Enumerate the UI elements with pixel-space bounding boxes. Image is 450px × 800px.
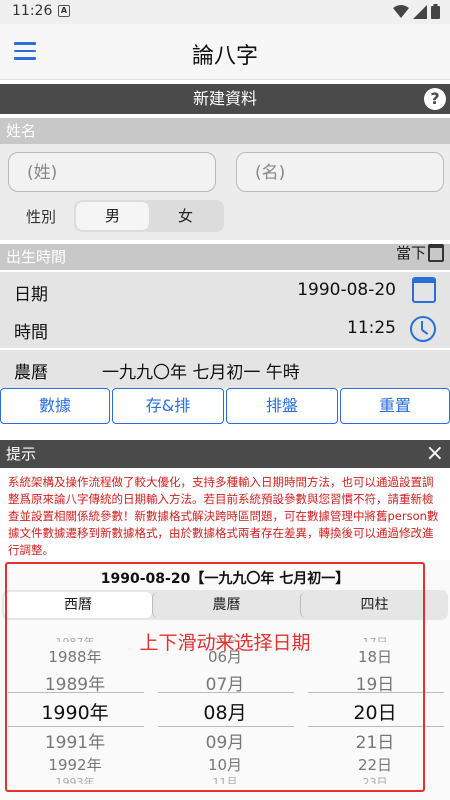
now-label: 當下	[395, 244, 426, 262]
selection-line	[8, 726, 144, 727]
gender-row: 性別 男 女	[0, 200, 450, 232]
hint-label: 提示	[6, 445, 37, 463]
selected-day: 20日	[353, 702, 397, 724]
hint-text: 系統架構及操作流程做了較大優化，支持多種輸入日期時間方法，也可以通過設置調整爲原…	[0, 470, 450, 562]
date-picker: 1990-08-20【一九九〇年 七月初一】 西曆 農曆 四柱 1987年 19…	[0, 560, 450, 800]
gender-label: 性別	[26, 208, 57, 226]
time-value: 11:25	[347, 318, 396, 338]
wheel-item: 09月	[205, 733, 245, 753]
selection-line	[158, 692, 294, 693]
data-button[interactable]: 數據	[0, 388, 110, 424]
picker-tabs: 西曆 農曆 四柱	[2, 590, 448, 620]
new-record-header: 新建資料 ?	[0, 84, 450, 114]
tab-gregorian[interactable]: 西曆	[4, 592, 152, 618]
gender-female-option[interactable]: 女	[149, 202, 222, 230]
calendar-icon[interactable]	[412, 277, 436, 303]
wheel-item: 22日	[357, 756, 393, 774]
selected-month: 08月	[203, 702, 247, 724]
wheel-item: 10月	[207, 756, 243, 774]
action-buttons: 數據 存&排 排盤 重置	[0, 388, 450, 426]
date-value: 1990-08-20	[297, 280, 396, 300]
time-row[interactable]: 時間 11:25	[0, 310, 450, 348]
app-title: 論八字	[191, 44, 258, 69]
app-bar: 論八字	[0, 24, 450, 80]
status-bar: 11:26 A	[0, 0, 450, 24]
notification-a-icon: A	[58, 5, 70, 17]
wheel-item: 23日	[362, 776, 388, 784]
wheel-item: 11月	[212, 776, 238, 784]
selection-line	[8, 692, 144, 693]
name-section-label: 姓名	[0, 118, 450, 144]
month-wheel[interactable]: 05月 06月 07月 08月 09月 10月 11月	[150, 630, 300, 800]
selection-line	[308, 692, 444, 693]
name-area: (姓) (名) 性別 男 女	[0, 144, 450, 240]
signal-icon	[413, 4, 427, 19]
new-record-title: 新建資料	[192, 89, 257, 108]
tab-lunar[interactable]: 農曆	[152, 592, 300, 618]
chart-button[interactable]: 排盤	[226, 388, 338, 424]
battery-icon	[431, 4, 440, 19]
status-time: 11:26	[12, 3, 53, 19]
time-label: 時間	[14, 323, 48, 343]
wifi-icon	[393, 4, 409, 18]
lunar-value: 一九九〇年 七月初一 午時	[102, 363, 300, 383]
wheel-item: 1993年	[55, 776, 95, 784]
surname-input[interactable]: (姓)	[8, 152, 216, 192]
now-button[interactable]: 當下	[396, 242, 444, 263]
annotation-caption: 上下滑动来选择日期	[139, 632, 311, 654]
tab-four-pillars[interactable]: 四柱	[300, 592, 448, 618]
close-icon[interactable]: ×	[426, 440, 444, 468]
gender-male-option[interactable]: 男	[76, 202, 149, 230]
selection-line	[158, 726, 294, 727]
wheel-item: 21日	[355, 733, 395, 753]
lunar-row: 農曆 一九九〇年 七月初一 午時	[0, 350, 450, 388]
day-wheel[interactable]: 17日 18日 19日 20日 21日 22日 23日	[300, 630, 450, 800]
date-label: 日期	[14, 285, 48, 305]
lunar-label: 農曆	[14, 363, 48, 383]
calendar-small-icon	[428, 243, 444, 262]
reset-button[interactable]: 重置	[340, 388, 450, 424]
wheel-item: 1991年	[44, 733, 106, 753]
clock-icon[interactable]	[410, 316, 436, 342]
selection-line	[308, 726, 444, 727]
selected-year: 1990年	[41, 702, 109, 724]
status-icons	[393, 4, 440, 19]
help-icon[interactable]: ?	[424, 88, 446, 110]
birth-section-label: 出生時間	[0, 244, 450, 270]
save-and-chart-button[interactable]: 存&排	[112, 388, 224, 424]
wheel-item: 1992年	[48, 756, 102, 774]
year-wheel[interactable]: 1987年 1988年 1989年 1990年 1991年 1992年 1993…	[0, 630, 150, 800]
given-name-input[interactable]: (名)	[236, 152, 444, 192]
hint-header: 提示 ×	[0, 440, 450, 468]
date-row[interactable]: 日期 1990-08-20	[0, 272, 450, 310]
gender-selector: 男 女	[74, 200, 224, 232]
picker-title: 1990-08-20【一九九〇年 七月初一】	[100, 571, 350, 587]
